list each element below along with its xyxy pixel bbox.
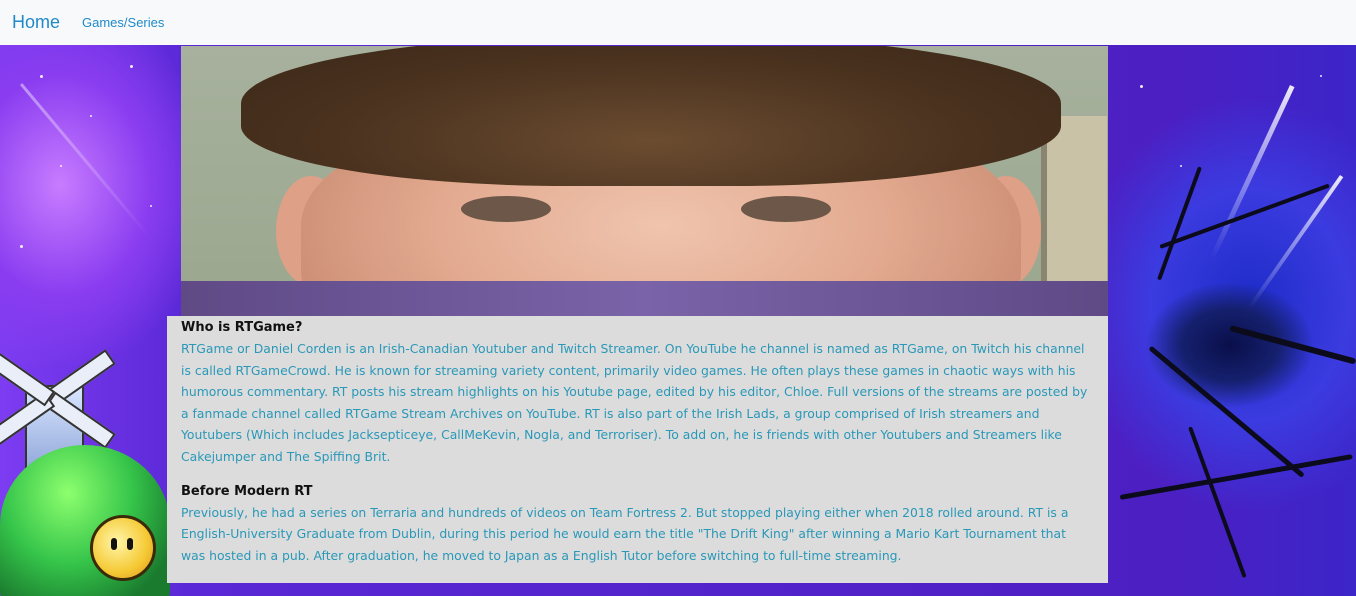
games-series-link[interactable]: Games/Series <box>82 15 164 30</box>
section-body-who: RTGame or Daniel Corden is an Irish-Cana… <box>181 341 1088 464</box>
sun-character-art <box>90 515 156 581</box>
section-heading-before: Before Modern RT <box>181 483 313 499</box>
home-link[interactable]: Home <box>12 12 60 33</box>
bio-content-panel: Who is RTGame? RTGame or Daniel Corden i… <box>167 316 1108 583</box>
top-navbar: Home Games/Series <box>0 0 1356 45</box>
section-body-before: Previously, he had a series on Terraria … <box>181 504 1069 563</box>
green-hill-art <box>0 445 170 596</box>
section-heading-who: Who is RTGame? <box>181 320 303 335</box>
profile-photo <box>181 46 1108 316</box>
